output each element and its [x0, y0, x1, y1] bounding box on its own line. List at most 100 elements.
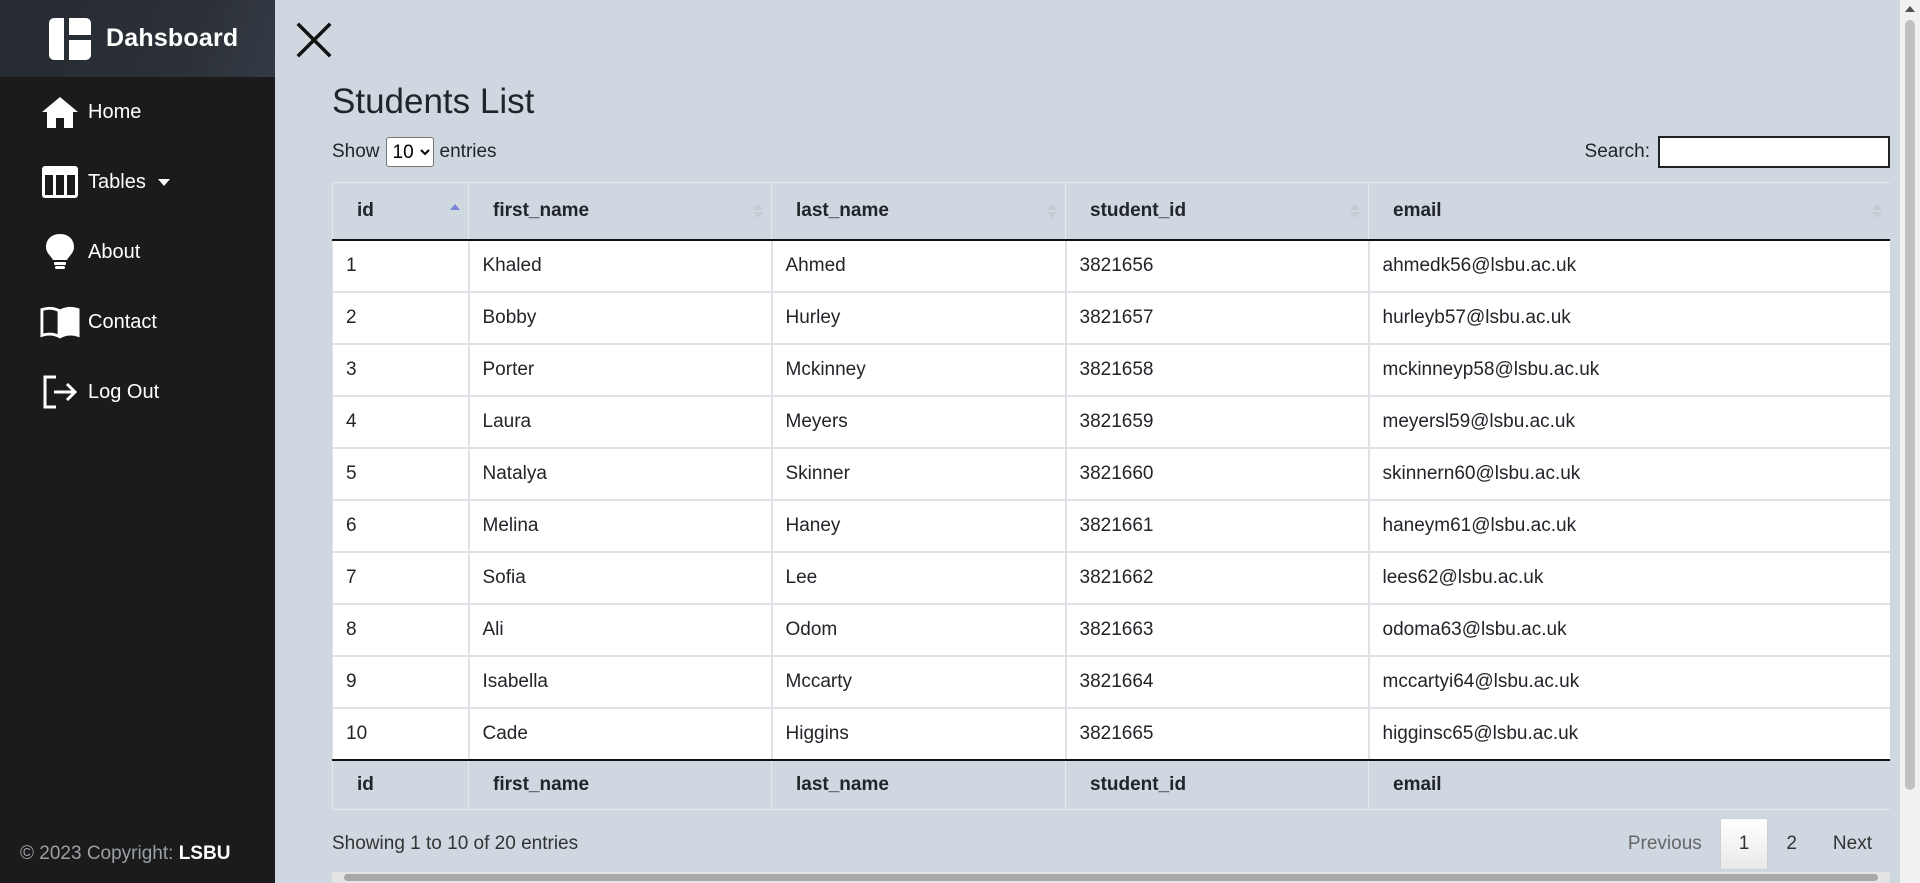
cell-email: odoma63@lsbu.ac.uk — [1368, 603, 1890, 657]
table-info: Showing 1 to 10 of 20 entries — [332, 833, 579, 854]
column-header-id[interactable]: id — [332, 182, 469, 241]
cell-first-name: Sofia — [468, 551, 773, 605]
home-icon — [40, 92, 80, 132]
length-prefix: Show — [332, 141, 380, 162]
next-button[interactable]: Next — [1815, 819, 1890, 869]
brand-title: Dahsboard — [106, 24, 239, 52]
copyright: © 2023 Copyright: LSBU — [20, 843, 230, 865]
sidebar-item-label: Home — [88, 100, 142, 123]
cell-last-name: Skinner — [771, 447, 1067, 501]
copyright-brand[interactable]: LSBU — [179, 843, 231, 864]
scrollbar-thumb[interactable] — [344, 874, 1878, 881]
cell-first-name: Bobby — [468, 291, 773, 345]
cell-id: 2 — [332, 291, 470, 345]
column-footer-student-id: student_id — [1065, 759, 1369, 810]
cell-student-id: 3821659 — [1065, 395, 1370, 449]
cell-student-id: 3821662 — [1065, 551, 1370, 605]
column-header-label: student_id — [1090, 199, 1187, 221]
table-row: 3 Porter Mckinney 3821658 mckinneyp58@lsbu.a… — [332, 343, 1890, 397]
cell-student-id: 3821656 — [1065, 239, 1370, 293]
entries-select[interactable]: 10 — [385, 137, 434, 167]
cell-first-name: Cade — [468, 707, 773, 761]
table-row: 7 Sofia Lee 3821662 lees62@lsbu.ac.uk — [332, 551, 1890, 605]
previous-button[interactable]: Previous — [1610, 819, 1720, 869]
cell-last-name: Haney — [771, 499, 1067, 553]
table-body: 1 Khaled Ahmed 3821656 ahmedk56@lsbu.ac.uk 2 B… — [332, 239, 1890, 761]
cell-id: 4 — [332, 395, 470, 449]
page-button-1[interactable]: 1 — [1719, 818, 1769, 870]
cell-last-name: Mckinney — [771, 343, 1067, 397]
column-header-label: last_name — [796, 199, 889, 221]
cell-id: 9 — [332, 655, 470, 709]
lightbulb-icon — [40, 232, 80, 272]
students-table-wrapper: id first_name last_name student_id email… — [332, 182, 1890, 810]
cell-email: skinnern60@lsbu.ac.uk — [1368, 447, 1890, 501]
scroll-up-icon[interactable] — [1905, 6, 1915, 12]
column-footer-email: email — [1368, 759, 1890, 810]
horizontal-scrollbar[interactable] — [332, 872, 1890, 883]
cell-id: 7 — [332, 551, 470, 605]
cell-email: mckinneyp58@lsbu.ac.uk — [1368, 343, 1890, 397]
scrollbar-thumb[interactable] — [1905, 20, 1915, 790]
cell-id: 6 — [332, 499, 470, 553]
sidebar: Dahsboard Home Tables About Contact Log … — [0, 0, 275, 883]
cell-id: 5 — [332, 447, 470, 501]
sort-icon — [1872, 203, 1882, 218]
cell-last-name: Odom — [771, 603, 1067, 657]
cell-first-name: Khaled — [468, 239, 773, 293]
column-header-first-name[interactable]: first_name — [468, 182, 772, 241]
cell-email: higginsc65@lsbu.ac.uk — [1368, 707, 1890, 761]
chevron-down-icon[interactable] — [157, 178, 170, 186]
cell-last-name: Lee — [771, 551, 1067, 605]
column-header-label: id — [357, 199, 374, 221]
cell-first-name: Melina — [468, 499, 773, 553]
cell-id: 1 — [332, 239, 470, 293]
column-header-student-id[interactable]: student_id — [1065, 182, 1369, 241]
sort-icon — [753, 203, 763, 218]
cell-first-name: Isabella — [468, 655, 773, 709]
cell-student-id: 3821657 — [1065, 291, 1370, 345]
column-footer-first-name: first_name — [468, 759, 772, 810]
sidebar-item-home[interactable]: Home — [0, 77, 275, 147]
table-row: 10 Cade Higgins 3821665 higginsc65@lsbu.ac.u… — [332, 707, 1890, 761]
table-row: 2 Bobby Hurley 3821657 hurleyb57@lsbu.ac.uk — [332, 291, 1890, 345]
sidebar-item-contact[interactable]: Contact — [0, 287, 275, 357]
column-header-email[interactable]: email — [1368, 182, 1890, 241]
sidebar-item-label: Tables — [88, 170, 146, 193]
cell-email: ahmedk56@lsbu.ac.uk — [1368, 239, 1890, 293]
brand[interactable]: Dahsboard — [0, 0, 275, 77]
column-header-label: email — [1393, 199, 1442, 221]
cell-first-name: Porter — [468, 343, 773, 397]
footer-row: id first_name last_name student_id email — [332, 759, 1890, 810]
cell-last-name: Hurley — [771, 291, 1067, 345]
sidebar-item-tables[interactable]: Tables — [0, 147, 275, 217]
entries-length-control: Show 10 entries — [332, 137, 497, 167]
column-header-label: first_name — [493, 199, 590, 221]
vertical-scrollbar[interactable] — [1900, 0, 1920, 883]
cell-email: lees62@lsbu.ac.uk — [1368, 551, 1890, 605]
header-row: id first_name last_name student_id email — [332, 182, 1890, 241]
length-suffix: entries — [439, 141, 497, 162]
cell-first-name: Laura — [468, 395, 773, 449]
column-footer-last-name: last_name — [771, 759, 1066, 810]
page-button-2[interactable]: 2 — [1768, 819, 1815, 869]
cell-email: meyersl59@lsbu.ac.uk — [1368, 395, 1890, 449]
sidebar-item-about[interactable]: About — [0, 217, 275, 287]
search-label: Search: — [1584, 141, 1650, 162]
cell-student-id: 3821664 — [1065, 655, 1370, 709]
sidebar-item-logout[interactable]: Log Out — [0, 357, 275, 427]
sidebar-item-label: Contact — [88, 310, 157, 333]
table-row: 8 Ali Odom 3821663 odoma63@lsbu.ac.uk — [332, 603, 1890, 657]
table-row: 5 Natalya Skinner 3821660 skinnern60@lsbu.ac… — [332, 447, 1890, 501]
close-icon[interactable] — [296, 22, 332, 58]
column-header-last-name[interactable]: last_name — [771, 182, 1066, 241]
cell-student-id: 3821663 — [1065, 603, 1370, 657]
search-input[interactable] — [1658, 136, 1890, 168]
sidebar-nav: Home Tables About Contact Log Out — [0, 77, 275, 427]
book-icon — [40, 302, 80, 342]
cell-student-id: 3821660 — [1065, 447, 1370, 501]
cell-id: 8 — [332, 603, 470, 657]
cell-first-name: Ali — [468, 603, 773, 657]
cell-first-name: Natalya — [468, 447, 773, 501]
page-title: Students List — [332, 82, 535, 121]
